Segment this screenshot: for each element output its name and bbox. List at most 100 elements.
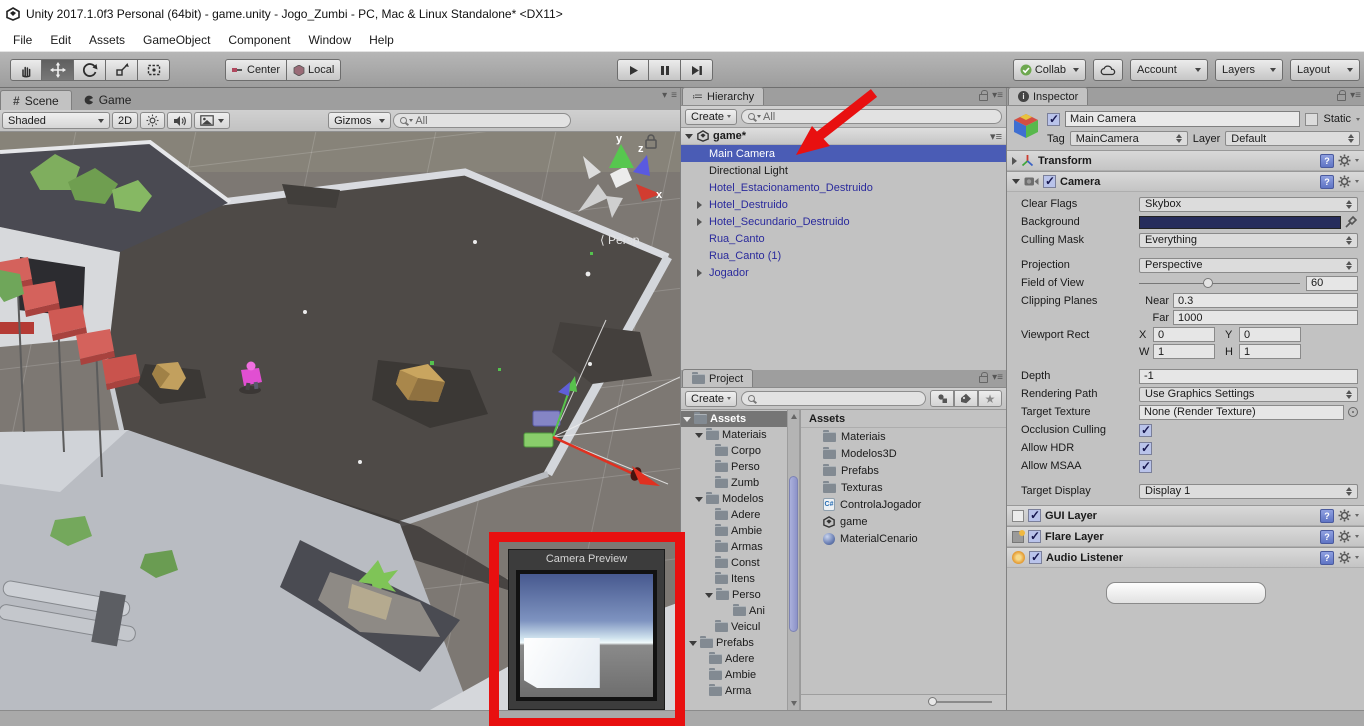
- hierarchy-item-main-camera[interactable]: Main Camera: [681, 145, 1006, 162]
- scale-tool-button[interactable]: [106, 59, 138, 81]
- lock-icon[interactable]: [1337, 94, 1346, 101]
- occlusion-culling-checkbox[interactable]: [1139, 424, 1152, 437]
- tab-inspector[interactable]: iInspector: [1008, 87, 1088, 105]
- tree-item[interactable]: Perso: [681, 459, 787, 475]
- file-item-modelos3d[interactable]: Modelos3D: [801, 445, 1006, 462]
- hierarchy-item-rua-canto[interactable]: Rua_Canto: [681, 230, 1006, 247]
- project-tree-scrollbar[interactable]: [787, 410, 800, 710]
- fov-slider[interactable]: [1139, 276, 1300, 291]
- thumbnail-size-slider[interactable]: [930, 701, 992, 703]
- clear-flags-dropdown[interactable]: Skybox: [1139, 197, 1358, 212]
- hierarchy-item-hotel-estacionamento[interactable]: Hotel_Estacionamento_Destruido: [681, 179, 1006, 196]
- pause-button[interactable]: [649, 59, 681, 81]
- menu-edit[interactable]: Edit: [41, 30, 80, 50]
- foldout-arrow-icon[interactable]: [1012, 157, 1017, 165]
- scene-search-input[interactable]: All: [393, 113, 571, 128]
- depth-field[interactable]: -1: [1139, 369, 1358, 384]
- gui-layer-component-header[interactable]: GUI Layer ?: [1007, 505, 1364, 526]
- project-panel-menu[interactable]: ▾≡: [992, 372, 1003, 383]
- tree-item[interactable]: Const: [681, 555, 787, 571]
- object-picker-icon[interactable]: [1348, 407, 1358, 417]
- transform-component-header[interactable]: Transform ?: [1007, 150, 1364, 171]
- project-search-input[interactable]: [741, 391, 926, 406]
- help-icon[interactable]: ?: [1320, 509, 1334, 523]
- viewport-h-field[interactable]: 1: [1239, 344, 1301, 359]
- play-button[interactable]: [617, 59, 649, 81]
- lock-icon[interactable]: [979, 376, 988, 383]
- gear-icon[interactable]: [1338, 509, 1351, 522]
- gizmos-dropdown[interactable]: Gizmos: [328, 112, 391, 129]
- project-create-button[interactable]: Create: [685, 391, 737, 407]
- active-checkbox[interactable]: [1047, 113, 1060, 126]
- tree-item[interactable]: Prefabs: [681, 635, 787, 651]
- viewport-y-field[interactable]: 0: [1239, 327, 1301, 342]
- flare-layer-component-header[interactable]: Flare Layer ?: [1007, 526, 1364, 547]
- tree-item[interactable]: Perso: [681, 587, 787, 603]
- near-clip-field[interactable]: 0.3: [1173, 293, 1358, 308]
- tree-item[interactable]: Itens: [681, 571, 787, 587]
- scene-audio-button[interactable]: [167, 112, 192, 129]
- culling-mask-dropdown[interactable]: Everything: [1139, 233, 1358, 248]
- help-icon[interactable]: ?: [1320, 175, 1334, 189]
- hierarchy-panel-menu[interactable]: ▾≡: [992, 90, 1003, 101]
- step-button[interactable]: [681, 59, 713, 81]
- hand-tool-button[interactable]: [10, 59, 42, 81]
- hierarchy-item-jogador[interactable]: Jogador: [681, 264, 1006, 281]
- slider-knob[interactable]: [928, 697, 937, 706]
- gear-icon[interactable]: [1338, 175, 1351, 188]
- hierarchy-create-button[interactable]: Create: [685, 109, 737, 125]
- menu-component[interactable]: Component: [219, 30, 299, 50]
- cloud-button[interactable]: [1093, 59, 1123, 81]
- hierarchy-item-rua-canto-1[interactable]: Rua_Canto (1): [681, 247, 1006, 264]
- help-icon[interactable]: ?: [1320, 530, 1334, 544]
- rotate-tool-button[interactable]: [74, 59, 106, 81]
- tree-item[interactable]: Corpo: [681, 443, 787, 459]
- gear-icon[interactable]: [1338, 551, 1351, 564]
- rect-tool-button[interactable]: [138, 59, 170, 81]
- account-dropdown[interactable]: Account: [1130, 59, 1208, 81]
- hierarchy-scene-root[interactable]: game* ▾≡: [681, 128, 1006, 145]
- tab-hierarchy[interactable]: ≔Hierarchy: [682, 87, 764, 105]
- allow-hdr-checkbox[interactable]: [1139, 442, 1152, 455]
- tree-item[interactable]: Ani: [681, 603, 787, 619]
- rendering-path-dropdown[interactable]: Use Graphics Settings: [1139, 387, 1358, 402]
- far-clip-field[interactable]: 1000: [1173, 310, 1358, 325]
- flare-layer-checkbox[interactable]: [1028, 530, 1041, 543]
- audio-listener-component-header[interactable]: Audio Listener ?: [1007, 547, 1364, 568]
- eyedropper-icon[interactable]: [1344, 215, 1358, 229]
- file-item-prefabs[interactable]: Prefabs: [801, 462, 1006, 479]
- viewport-w-field[interactable]: 1: [1153, 344, 1215, 359]
- search-by-label-button[interactable]: [954, 390, 978, 407]
- lock-icon[interactable]: [979, 94, 988, 101]
- help-icon[interactable]: ?: [1320, 154, 1334, 168]
- background-color-swatch[interactable]: [1139, 216, 1341, 229]
- pivot-center-button[interactable]: Center: [225, 59, 287, 81]
- gui-layer-checkbox[interactable]: [1028, 509, 1041, 522]
- help-icon[interactable]: ?: [1320, 551, 1334, 565]
- static-dropdown-caret[interactable]: [1356, 118, 1360, 121]
- target-texture-field[interactable]: None (Render Texture): [1139, 405, 1344, 420]
- name-field[interactable]: Main Camera: [1065, 111, 1300, 127]
- tree-item[interactable]: Ambie: [681, 667, 787, 683]
- 2d-toggle-button[interactable]: 2D: [112, 112, 138, 129]
- file-item-materiais[interactable]: Materiais: [801, 428, 1006, 445]
- static-checkbox[interactable]: [1305, 113, 1318, 126]
- layers-dropdown[interactable]: Layers: [1215, 59, 1283, 81]
- target-display-dropdown[interactable]: Display 1: [1139, 484, 1358, 499]
- tree-item-assets[interactable]: Assets: [681, 411, 787, 427]
- expand-arrow-icon[interactable]: [697, 269, 702, 277]
- hierarchy-item-directional-light[interactable]: Directional Light: [681, 162, 1006, 179]
- scene-viewport[interactable]: y z x ⟨ Persp Camera Preview: [0, 132, 680, 710]
- camera-enabled-checkbox[interactable]: [1043, 175, 1056, 188]
- collab-button[interactable]: Collab: [1013, 59, 1086, 81]
- scrollbar-thumb[interactable]: [789, 476, 798, 632]
- scene-root-menu[interactable]: ▾≡: [990, 130, 1002, 143]
- slider-knob[interactable]: [1203, 278, 1213, 288]
- scene-panel-menu[interactable]: ▾≡: [662, 90, 677, 101]
- search-by-type-button[interactable]: [930, 390, 954, 407]
- pivot-local-button[interactable]: Local: [287, 59, 341, 81]
- tree-item[interactable]: Zumb: [681, 475, 787, 491]
- expand-arrow-icon[interactable]: [697, 201, 702, 209]
- tree-item[interactable]: Materiais: [681, 427, 787, 443]
- hierarchy-item-hotel-destruido[interactable]: Hotel_Destruido: [681, 196, 1006, 213]
